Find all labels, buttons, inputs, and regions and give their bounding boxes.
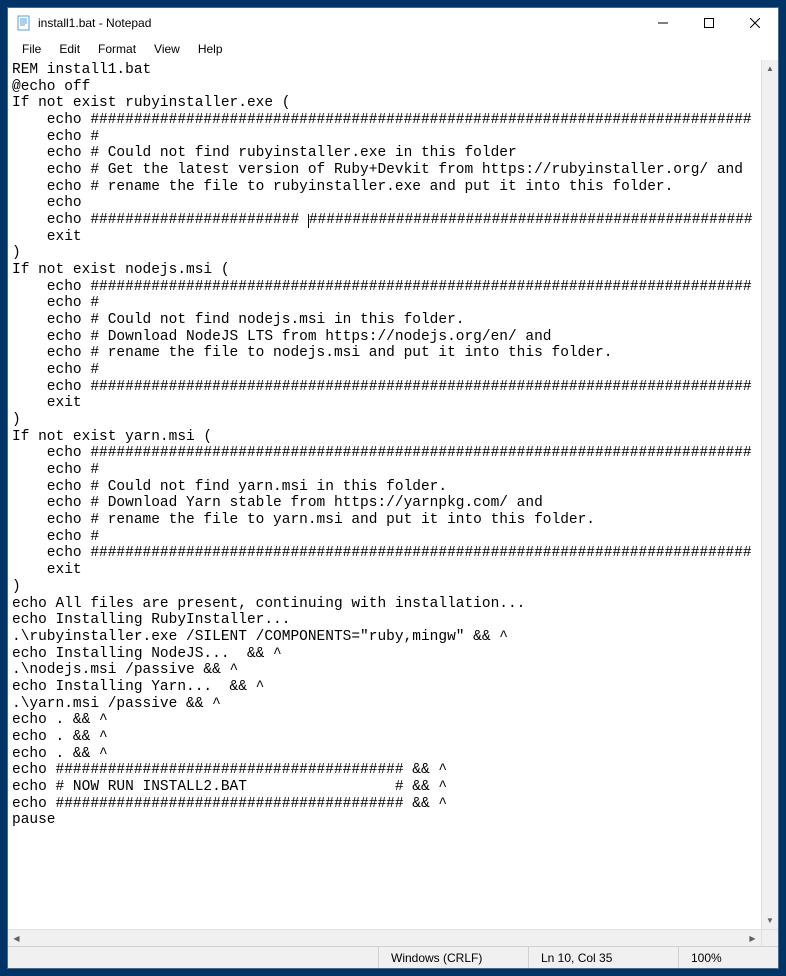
maximize-button[interactable] — [686, 8, 732, 38]
notepad-window: install1.bat - Notepad File Edit Format … — [7, 7, 779, 969]
window-controls — [640, 8, 778, 38]
scroll-left-icon[interactable]: ◀ — [8, 930, 25, 946]
minimize-button[interactable] — [640, 8, 686, 38]
menu-format[interactable]: Format — [90, 40, 144, 58]
horizontal-scroll-container: ◀ ▶ — [8, 929, 778, 946]
status-position: Ln 10, Col 35 — [528, 947, 678, 968]
close-button[interactable] — [732, 8, 778, 38]
vertical-scrollbar[interactable]: ▲ ▼ — [761, 60, 778, 929]
content-area: REM install1.bat @echo off If not exist … — [8, 60, 778, 929]
status-encoding: Windows (CRLF) — [378, 947, 528, 968]
menu-view[interactable]: View — [146, 40, 188, 58]
titlebar[interactable]: install1.bat - Notepad — [8, 8, 778, 38]
menubar: File Edit Format View Help — [8, 38, 778, 60]
menu-file[interactable]: File — [14, 40, 49, 58]
menu-help[interactable]: Help — [190, 40, 231, 58]
notepad-icon — [16, 15, 32, 31]
horizontal-scrollbar[interactable]: ◀ ▶ — [8, 929, 761, 946]
statusbar: Windows (CRLF) Ln 10, Col 35 100% — [8, 946, 778, 968]
scroll-down-icon[interactable]: ▼ — [762, 912, 778, 929]
menu-edit[interactable]: Edit — [51, 40, 88, 58]
scroll-up-icon[interactable]: ▲ — [762, 60, 778, 77]
text-cursor — [308, 214, 309, 228]
text-editor[interactable]: REM install1.bat @echo off If not exist … — [8, 60, 761, 929]
window-title: install1.bat - Notepad — [38, 16, 640, 30]
status-zoom: 100% — [678, 947, 778, 968]
scroll-right-icon[interactable]: ▶ — [744, 930, 761, 946]
scroll-corner — [761, 929, 778, 946]
